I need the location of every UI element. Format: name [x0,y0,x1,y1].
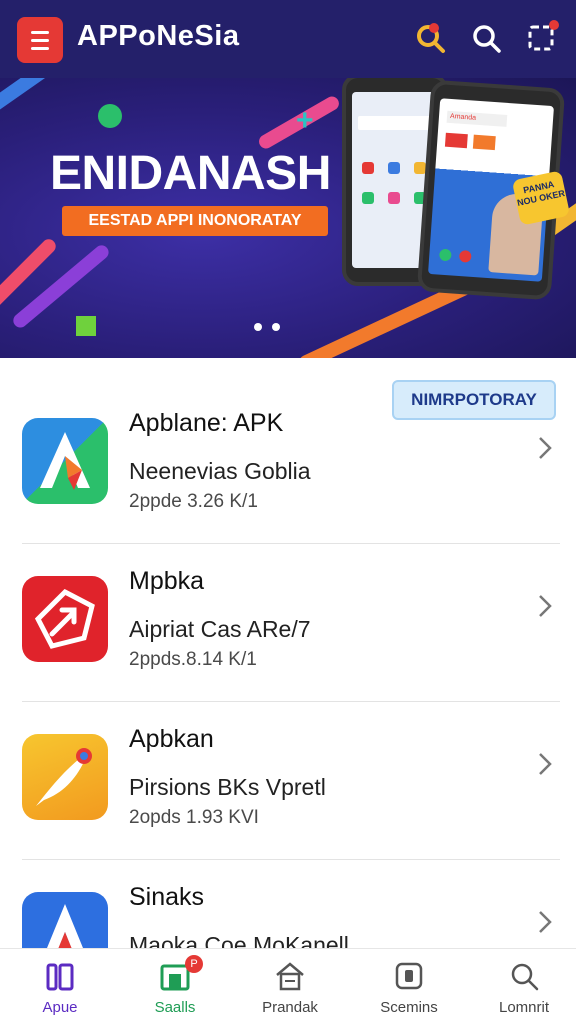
list-item[interactable]: Sinaks Maoka Coe MoKanell [0,832,576,948]
search-bar-mock [358,116,432,130]
carousel-dot[interactable] [272,323,280,331]
hero-title: ENIDANASH [50,147,331,200]
discover-icon[interactable] [412,20,448,56]
search-icon [511,963,539,991]
list-item[interactable]: Apbkan Pirsions BKs Vpretl 2opds 1.93 KV… [0,674,576,832]
letter-a-app-icon [22,892,108,948]
apps-icon [46,963,74,991]
chevron-right-icon[interactable] [535,434,555,462]
plus-icon: + [296,104,314,137]
app-subtitle: Maoka Coe MoKanell [129,932,349,948]
app-dot [362,162,374,174]
app-meta: 2ppde 3.26 K/1 [129,491,258,512]
app-meta: 2opds 1.93 KVI [129,807,259,828]
notification-badge: P [185,955,203,973]
nav-item-saalls[interactable]: P Saalls [125,949,225,1024]
app-title: APPoNeSia [77,20,240,52]
menu-button[interactable] [17,17,63,63]
arrow-app-icon [22,418,108,504]
carousel-dot[interactable] [254,323,262,331]
app-title: Apblane: APK [129,409,284,437]
chevron-right-icon[interactable] [535,592,555,620]
app-dot [362,192,374,204]
nav-label: Saalls [154,999,196,1016]
list-item[interactable]: Mpbka Aipriat Cas ARe/7 2ppds.8.14 K/1 [0,516,576,674]
menu-icon-bar [31,46,49,50]
app-list: NIMRPOTORAY Apblane: APK Neenevias Gobli… [0,358,576,948]
camera-icon [395,962,423,990]
hero-banner[interactable]: + ENIDANASH EESTAD APPI INONORATAY Amand… [0,78,576,358]
nav-item-apue[interactable]: Apue [10,949,110,1024]
app-dot [444,132,468,149]
hero-pill[interactable]: EESTAD APPI INONORATAY [62,206,328,236]
chevron-right-icon[interactable] [535,908,555,936]
decor-dot [98,104,122,128]
chevron-right-icon[interactable] [535,750,555,778]
app-title: Apbkan [129,725,214,753]
list-item[interactable]: Apblane: APK Neenevias Goblia 2ppde 3.26… [0,358,576,516]
bottom-navigation: Apue P Saalls Prandak Scemins Lomnrit [0,948,576,1024]
nav-label: Lomnrit [498,999,550,1016]
nav-item-lomnrit[interactable]: Lomnrit [474,949,574,1024]
carousel-indicator[interactable] [254,323,280,331]
nav-label: Prandak [262,999,318,1016]
app-dot [388,192,400,204]
app-dot [472,134,496,151]
menu-icon-bar [31,38,49,42]
app-title: Mpbka [129,567,205,595]
app-subtitle: Neenevias Goblia [129,458,311,484]
nav-item-scemins[interactable]: Scemins [359,949,459,1024]
app-subtitle: Pirsions BKs Vpretl [129,774,326,800]
app-title: Sinaks [129,883,205,911]
app-subtitle: Aipriat Cas ARe/7 [129,616,311,642]
nav-item-prandak[interactable]: Prandak [240,949,340,1024]
screen-chip: Amanda [446,110,508,127]
app-dot [458,249,472,263]
app-meta: 2ppds.8.14 K/1 [129,649,257,670]
app-dot [388,162,400,174]
decor-stripe [10,242,112,331]
app-bar: APPoNeSia [0,0,576,78]
decor-square [76,316,96,336]
search-icon[interactable] [468,20,504,56]
feather-app-icon [22,734,108,820]
share-app-icon [22,576,108,662]
nav-label: Apue [42,999,78,1016]
menu-icon-bar [31,30,49,34]
home-icon [276,962,304,991]
app-dot [438,248,452,262]
nav-label: Scemins [380,999,438,1016]
scan-icon[interactable] [523,20,559,56]
